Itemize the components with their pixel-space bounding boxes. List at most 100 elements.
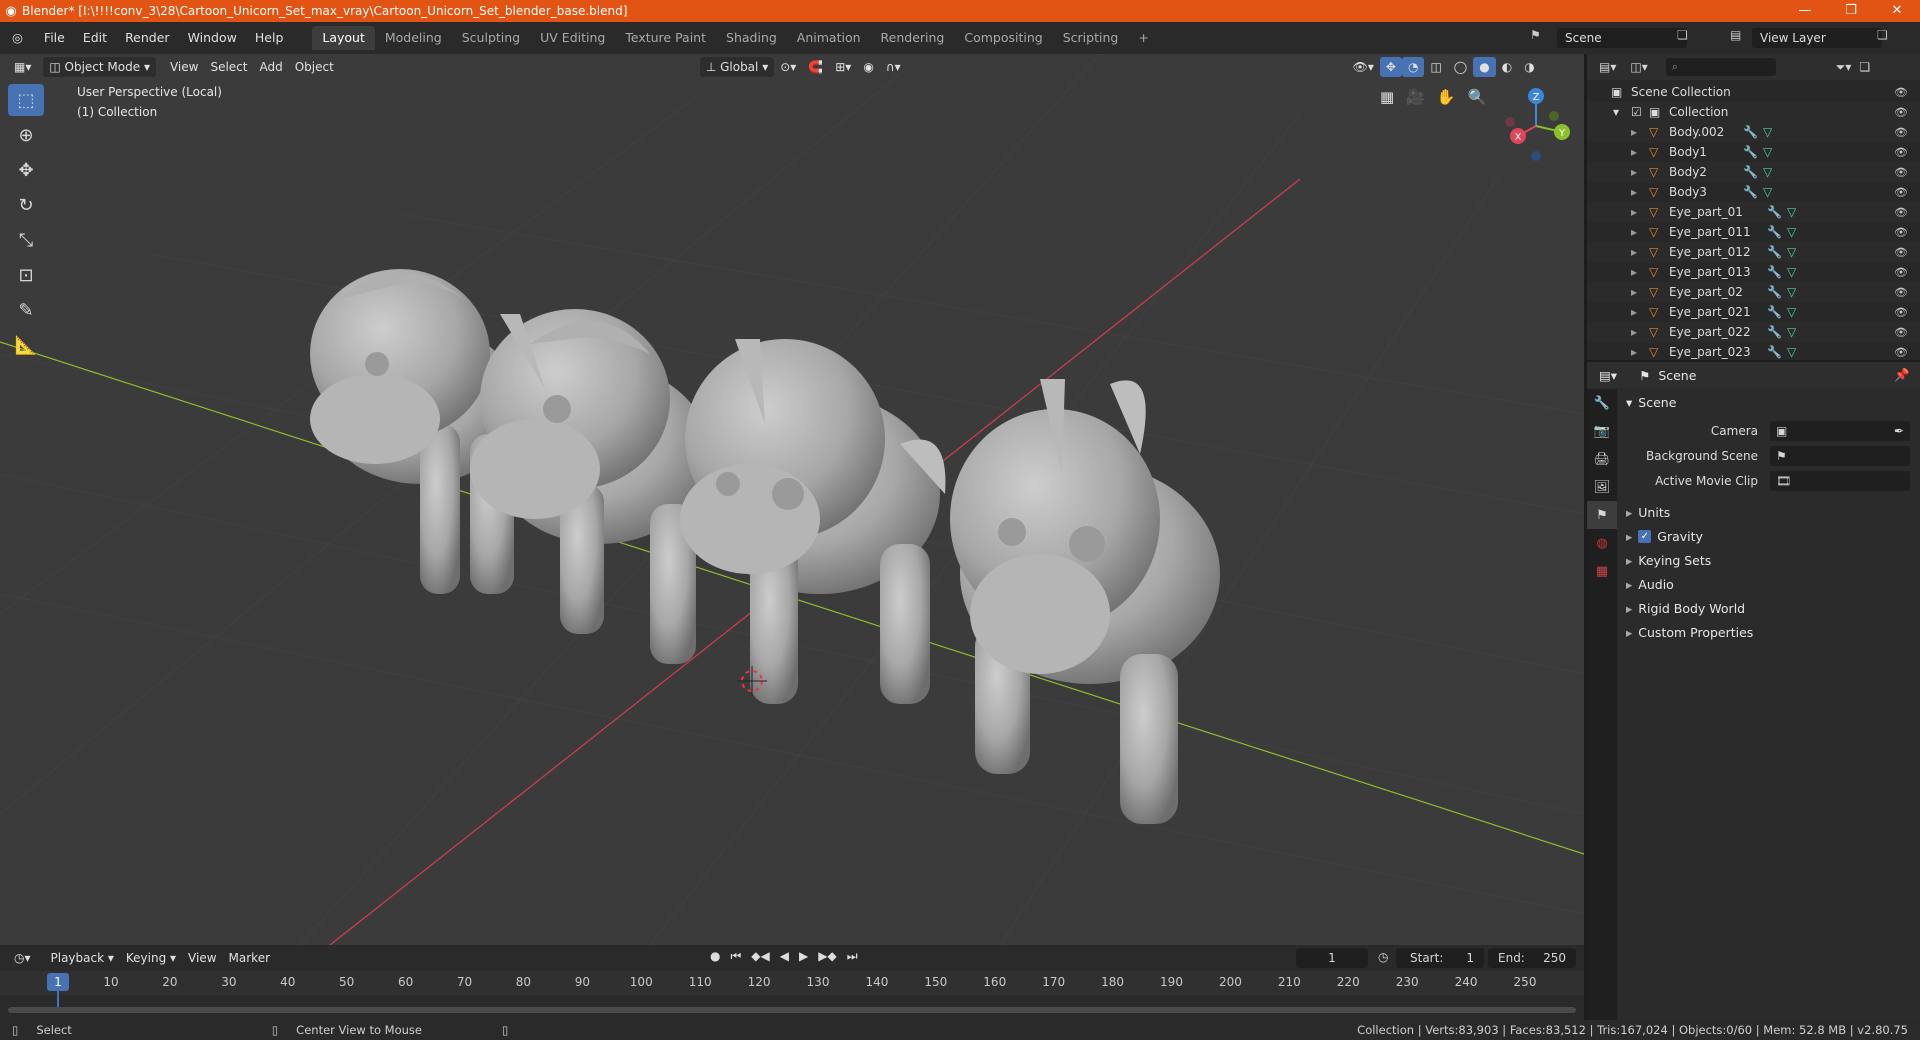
expand-arrow-icon[interactable]: ▸ [1631, 345, 1637, 359]
modifier-icon[interactable]: 🔧 [1767, 205, 1782, 219]
expand-arrow-icon[interactable]: ▸ [1631, 125, 1637, 139]
mesh-data-icon[interactable]: ▽ [1787, 205, 1796, 219]
section-custom-properties[interactable]: ▸ Custom Properties [1622, 620, 1920, 644]
record-icon[interactable]: ● [710, 949, 720, 964]
expand-arrow-icon[interactable]: ▸ [1631, 205, 1637, 219]
visibility-eye-icon[interactable]: 👁 [1894, 166, 1908, 179]
mesh-data-icon[interactable]: ▽ [1787, 265, 1796, 279]
outliner-item[interactable]: ▸ ▽ Eye_part_021 🔧 ▽ 👁 [1587, 302, 1920, 322]
output-tab-icon[interactable]: 🖨 [1587, 445, 1617, 473]
camera-view-icon[interactable]: 🎥 [1406, 88, 1425, 106]
modifier-icon[interactable]: 🔧 [1767, 305, 1782, 319]
visibility-eye-icon[interactable]: 👁 [1894, 306, 1908, 319]
section-units[interactable]: ▸ Units [1622, 500, 1920, 524]
section-audio[interactable]: ▸ Audio [1622, 572, 1920, 596]
gizmo-toggle-icon[interactable]: ✥ [1379, 57, 1402, 77]
texture-tab-icon[interactable]: ▦ [1587, 557, 1617, 585]
background-scene-field[interactable]: ⚑ [1770, 446, 1910, 466]
world-tab-icon[interactable]: ◍ [1587, 529, 1617, 557]
display-mode-icon[interactable]: ◫▾ [1630, 60, 1647, 74]
tab-modeling[interactable]: Modeling [375, 26, 452, 50]
snap-icon[interactable]: 🧲 [802, 57, 829, 77]
camera-field[interactable]: ▣ ✒ [1770, 421, 1910, 441]
modifier-icon[interactable]: 🔧 [1743, 125, 1758, 139]
tab-scripting[interactable]: Scripting [1053, 26, 1129, 50]
menu-view[interactable]: View [164, 57, 204, 77]
mode-selector[interactable]: ◫ Object Mode ▾ [43, 57, 156, 77]
outliner-collection[interactable]: ▾ ☑ ▣ Collection 👁 [1587, 102, 1920, 122]
outliner-item[interactable]: ▸ ▽ Eye_part_012 🔧 ▽ 👁 [1587, 242, 1920, 262]
visibility-eye-icon[interactable]: 👁 [1894, 286, 1908, 299]
tab-sculpting[interactable]: Sculpting [452, 26, 530, 50]
cursor-tool-icon[interactable]: ⊕ [8, 119, 44, 151]
transform-tool-icon[interactable]: ⊡ [8, 259, 44, 291]
xray-toggle-icon[interactable]: ◫ [1424, 57, 1447, 77]
mesh-data-icon[interactable]: ▽ [1787, 285, 1796, 299]
minimize-button[interactable]: — [1782, 0, 1828, 22]
visibility-eye-icon[interactable]: 👁 [1894, 106, 1908, 119]
new-scene-icon[interactable]: ❏ [1677, 28, 1688, 42]
pivot-point-icon[interactable]: ⊙▾ [774, 57, 802, 77]
modifier-icon[interactable]: 🔧 [1767, 225, 1782, 239]
menu-window[interactable]: Window [179, 22, 246, 54]
modifier-icon[interactable]: 🔧 [1743, 185, 1758, 199]
pin-icon[interactable]: 📌 [1894, 367, 1910, 383]
modifier-icon[interactable]: 🔧 [1767, 345, 1782, 359]
menu-file[interactable]: File [35, 22, 74, 54]
visibility-eye-icon[interactable]: 👁 [1894, 206, 1908, 219]
expand-arrow-icon[interactable]: ▸ [1631, 225, 1637, 239]
timeline-editor-type-icon[interactable]: ◷▾ [8, 948, 37, 968]
view-layer-icon[interactable]: ▤ [1730, 28, 1741, 42]
tab-compositing[interactable]: Compositing [954, 26, 1052, 50]
shading-wireframe-icon[interactable]: ◯ [1448, 57, 1473, 77]
visibility-eye-icon[interactable]: 👁 [1894, 226, 1908, 239]
shading-solid-icon[interactable]: ● [1473, 57, 1496, 77]
tab-rendering[interactable]: Rendering [871, 26, 955, 50]
scene-icon[interactable]: ⚑ [1530, 28, 1541, 42]
tab-animation[interactable]: Animation [787, 26, 871, 50]
unicorn-model-4[interactable] [950, 379, 1220, 824]
mesh-data-icon[interactable]: ▽ [1787, 325, 1796, 339]
shading-material-icon[interactable]: ◐ [1496, 57, 1518, 77]
rotate-tool-icon[interactable]: ↻ [8, 189, 44, 221]
expand-arrow-icon[interactable]: ▸ [1631, 305, 1637, 319]
tab-layout[interactable]: Layout [312, 26, 375, 50]
visibility-eye-icon[interactable]: 👁 [1894, 186, 1908, 199]
new-view-layer-icon[interactable]: ❏ [1877, 28, 1888, 42]
scene-panel-header[interactable]: ▾ Scene [1622, 390, 1920, 414]
outliner-item[interactable]: ▸ ▽ Eye_part_011 🔧 ▽ 👁 [1587, 222, 1920, 242]
scene-selector[interactable]: Scene [1557, 28, 1687, 48]
expand-arrow-icon[interactable]: ▸ [1631, 325, 1637, 339]
expand-arrow-icon[interactable]: ▾ [1613, 105, 1619, 119]
visibility-eye-icon[interactable]: 👁 [1894, 86, 1908, 99]
modifier-icon[interactable]: 🔧 [1767, 325, 1782, 339]
outliner-item[interactable]: ▸ ▽ Body3 🔧 ▽ 👁 [1587, 182, 1920, 202]
editor-type-icon[interactable]: ▦▾ [8, 57, 37, 77]
menu-marker[interactable]: Marker [223, 948, 276, 968]
expand-arrow-icon[interactable]: ▸ [1631, 145, 1637, 159]
expand-arrow-icon[interactable]: ▸ [1631, 185, 1637, 199]
3d-viewport[interactable] [0, 54, 1584, 945]
section-rigid-body-world[interactable]: ▸ Rigid Body World [1622, 596, 1920, 620]
modifier-icon[interactable]: 🔧 [1767, 285, 1782, 299]
mesh-data-icon[interactable]: ▽ [1763, 125, 1772, 139]
close-button[interactable]: ✕ [1874, 0, 1920, 22]
gravity-checkbox[interactable]: ✓ [1638, 529, 1652, 543]
blender-menu-icon[interactable]: ◎ [0, 22, 35, 54]
outliner-scene-collection[interactable]: ▣ Scene Collection 👁 [1587, 82, 1920, 102]
modifier-icon[interactable]: 🔧 [1743, 165, 1758, 179]
select-box-tool-icon[interactable]: ⬚ [8, 84, 44, 116]
eyedropper-icon[interactable]: ✒ [1894, 421, 1904, 441]
visibility-eye-icon[interactable]: 👁 [1894, 146, 1908, 159]
filter-icon[interactable]: ⏷▾ [1836, 60, 1852, 75]
mesh-data-icon[interactable]: ▽ [1787, 345, 1796, 359]
menu-render[interactable]: Render [116, 22, 179, 54]
mesh-data-icon[interactable]: ▽ [1763, 145, 1772, 159]
menu-select[interactable]: Select [204, 57, 253, 77]
mesh-data-icon[interactable]: ▽ [1787, 305, 1796, 319]
visibility-eye-icon[interactable]: 👁 [1894, 246, 1908, 259]
menu-edit[interactable]: Edit [74, 22, 116, 54]
visibility-eye-icon[interactable]: 👁 [1894, 326, 1908, 339]
current-frame-field[interactable]: 1 [1296, 948, 1368, 968]
menu-object[interactable]: Object [289, 57, 340, 77]
